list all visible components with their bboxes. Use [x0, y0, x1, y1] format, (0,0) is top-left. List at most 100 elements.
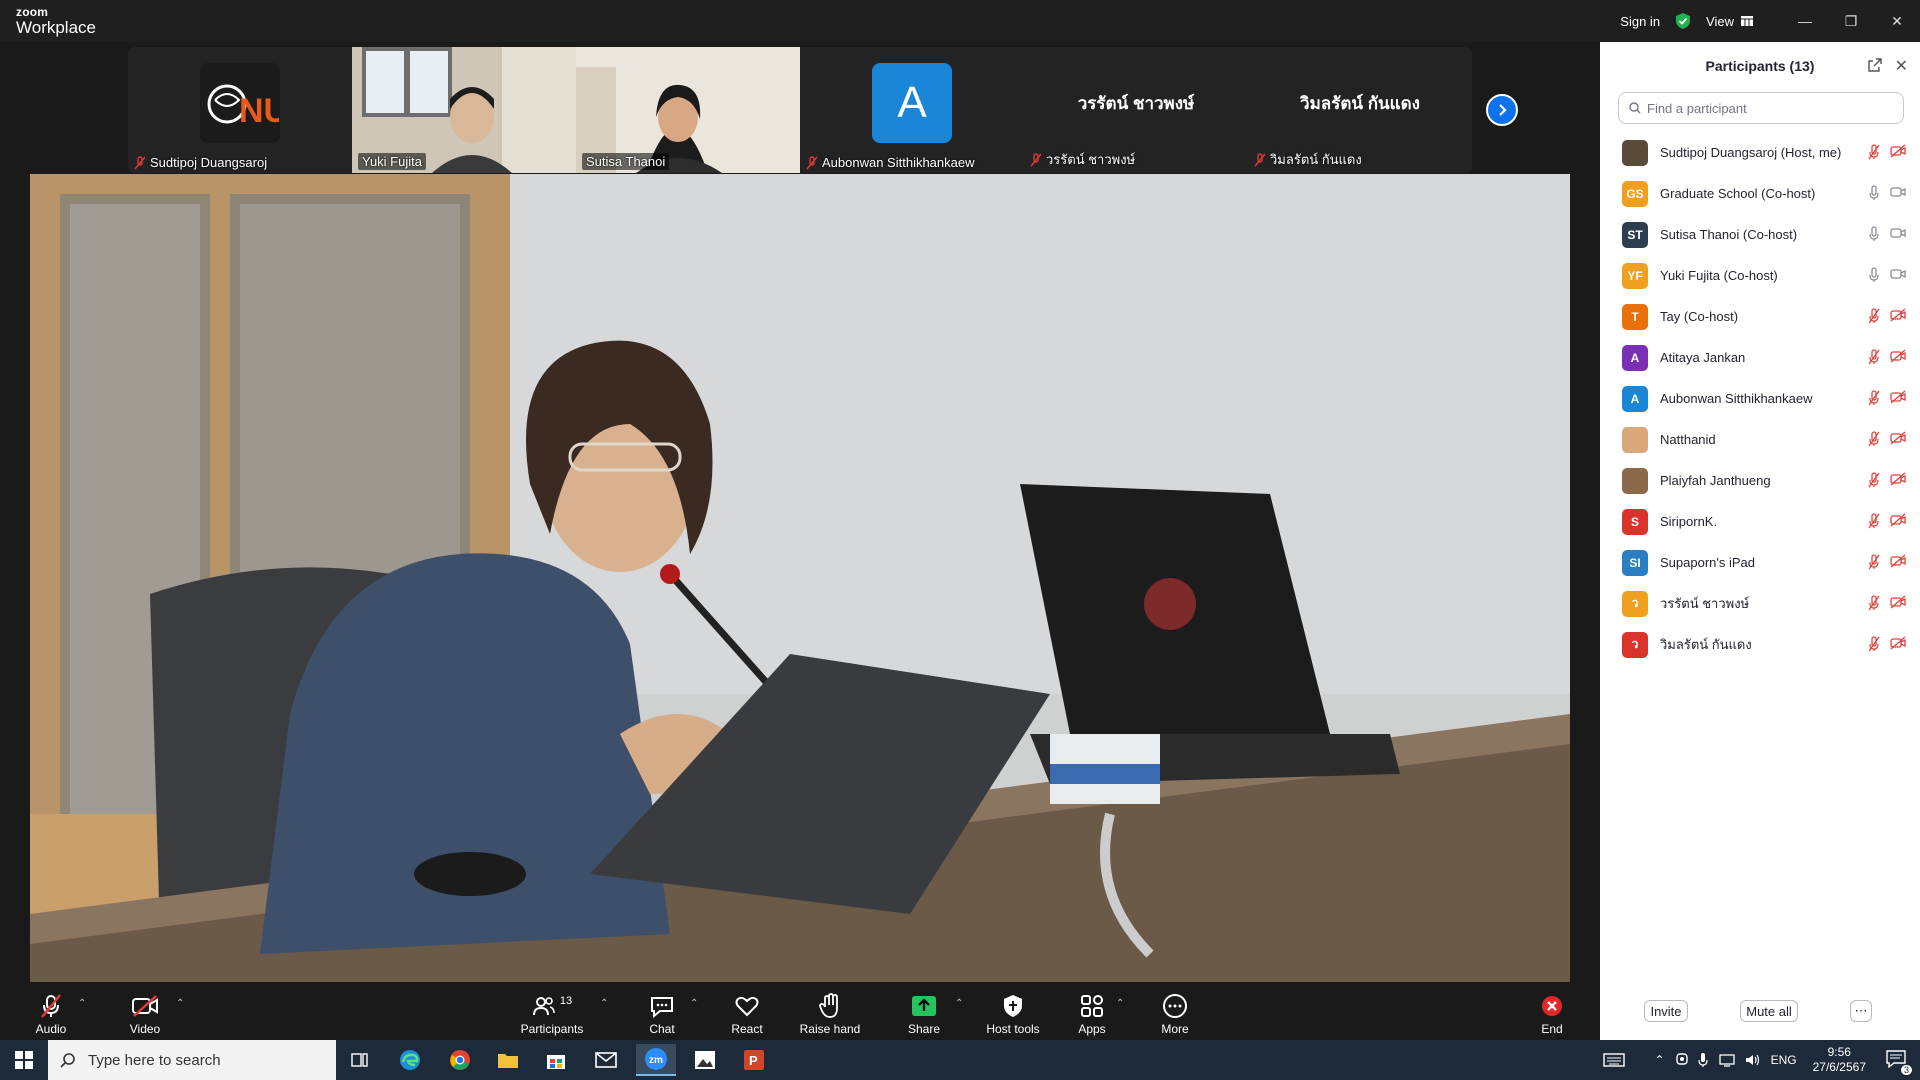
muted-mic-icon[interactable] [1868, 636, 1880, 652]
video-off-icon[interactable] [1890, 431, 1906, 445]
powerpoint-icon[interactable]: P [734, 1044, 774, 1076]
participant-search-input[interactable] [1647, 100, 1887, 116]
sign-in-button[interactable]: Sign in [1606, 14, 1674, 29]
participants-button[interactable]: 13 Participants [517, 992, 587, 1036]
participant-row[interactable]: Sudtipoj Duangsaroj (Host, me) [1600, 132, 1920, 173]
video-off-icon[interactable] [1890, 636, 1906, 650]
more-options-button[interactable]: ⋯ [1850, 1000, 1872, 1022]
muted-mic-icon[interactable] [1868, 349, 1880, 365]
invite-button[interactable]: Invite [1644, 1000, 1688, 1022]
share-options-caret[interactable]: ⌃ [955, 998, 963, 1009]
close-icon[interactable]: ✕ [1874, 0, 1920, 42]
participant-list: Sudtipoj Duangsaroj (Host, me) GS Graduate… [1600, 132, 1920, 665]
participant-row[interactable]: Natthanid [1600, 419, 1920, 460]
mic-icon[interactable] [1868, 185, 1880, 201]
muted-mic-icon[interactable] [1868, 144, 1880, 160]
restore-icon[interactable]: ❐ [1828, 0, 1874, 42]
mic-icon[interactable] [1868, 267, 1880, 283]
video-icon[interactable] [1890, 267, 1906, 281]
next-page-button[interactable] [1486, 94, 1518, 126]
clock[interactable]: 9:56 27/6/2567 [1813, 1045, 1866, 1075]
chat-button[interactable]: Chat [627, 992, 697, 1036]
participant-search-box[interactable] [1618, 92, 1904, 124]
store-icon[interactable] [536, 1044, 576, 1076]
host-tools-button[interactable]: Host tools [978, 992, 1048, 1036]
audio-options-caret[interactable]: ⌃ [78, 998, 86, 1009]
edge-browser-icon[interactable] [390, 1044, 430, 1076]
photos-app-icon[interactable] [685, 1044, 725, 1076]
video-off-icon[interactable] [1890, 595, 1906, 609]
participant-tile[interactable]: Yuki Fujita [352, 47, 576, 173]
video-off-icon[interactable] [1890, 390, 1906, 404]
video-off-icon[interactable] [1890, 308, 1906, 322]
pop-out-icon[interactable] [1868, 58, 1882, 72]
participant-status-icons [1868, 390, 1906, 406]
participant-tile[interactable]: Sutisa Thanoi [576, 47, 800, 173]
video-off-icon[interactable] [1890, 349, 1906, 363]
apps-options-caret[interactable]: ⌃ [1116, 998, 1124, 1009]
participant-row[interactable]: A Atitaya Jankan [1600, 337, 1920, 378]
task-view-icon[interactable] [340, 1044, 380, 1076]
muted-mic-icon[interactable] [1868, 595, 1880, 611]
file-explorer-icon[interactable] [488, 1044, 528, 1076]
tray-overflow-chevron-icon[interactable]: ⌃ [1655, 1053, 1665, 1067]
windows-start-button[interactable] [4, 1044, 44, 1076]
zoom-app-icon[interactable]: zm [636, 1044, 676, 1076]
close-panel-icon[interactable]: ✕ [1895, 56, 1908, 76]
muted-mic-icon[interactable] [1868, 513, 1880, 529]
notification-center-button[interactable]: 3 [1886, 1049, 1912, 1075]
video-icon[interactable] [1890, 226, 1906, 240]
video-icon[interactable] [1890, 185, 1906, 199]
view-button[interactable]: View [1706, 14, 1754, 29]
minimize-icon[interactable]: — [1782, 0, 1828, 42]
video-off-icon[interactable] [1890, 144, 1906, 158]
camera-tray-icon[interactable] [1675, 1052, 1689, 1068]
keyboard-icon[interactable] [1602, 1052, 1625, 1068]
participant-tile[interactable]: วิมลรัตน์ กันแดง วิมลรัตน์ กันแดง [1248, 47, 1472, 173]
end-button[interactable]: End [1517, 992, 1587, 1036]
raise-hand-button[interactable]: Raise hand [795, 992, 865, 1036]
muted-mic-icon[interactable] [1868, 554, 1880, 570]
participant-row[interactable]: GS Graduate School (Co-host) [1600, 173, 1920, 214]
video-options-caret[interactable]: ⌃ [176, 998, 184, 1009]
participant-row[interactable]: SI Supaporn's iPad [1600, 542, 1920, 583]
participant-row[interactable]: Plaiyfah Janthueng [1600, 460, 1920, 501]
active-speaker-video[interactable] [30, 174, 1570, 982]
video-off-icon[interactable] [1890, 472, 1906, 486]
participant-row[interactable]: T Tay (Co-host) [1600, 296, 1920, 337]
taskbar-search-box[interactable]: Type here to search [48, 1040, 336, 1080]
mail-icon[interactable] [586, 1044, 626, 1076]
participant-row[interactable]: A Aubonwan Sitthikhankaew [1600, 378, 1920, 419]
encryption-shield-icon[interactable] [1674, 12, 1692, 30]
muted-mic-icon[interactable] [1868, 431, 1880, 447]
participant-row[interactable]: S SiripornK. [1600, 501, 1920, 542]
participant-tile[interactable]: NU Sudtipoj Duangsaroj [128, 47, 352, 173]
participant-tile[interactable]: A Aubonwan Sitthikhankaew [800, 47, 1024, 173]
video-off-icon[interactable] [1890, 554, 1906, 568]
participants-panel: Participants (13) ✕ Sudtipoj Duangsaroj … [1600, 42, 1920, 1040]
video-button[interactable]: Video [110, 992, 180, 1036]
muted-mic-icon[interactable] [1868, 390, 1880, 406]
video-off-icon[interactable] [1890, 513, 1906, 527]
share-button[interactable]: Share [889, 992, 959, 1036]
network-icon[interactable] [1718, 1053, 1737, 1067]
more-button[interactable]: More [1140, 992, 1210, 1036]
participant-row[interactable]: ว วิมลรัตน์ กันแดง [1600, 624, 1920, 665]
participant-row[interactable]: ST Sutisa Thanoi (Co-host) [1600, 214, 1920, 255]
participant-tile[interactable]: วรรัตน์ ชาวพงษ์ วรรัตน์ ชาวพงษ์ [1024, 47, 1248, 173]
audio-button[interactable]: Audio [16, 992, 86, 1036]
participant-row[interactable]: ว วรรัตน์ ชาวพงษ์ [1600, 583, 1920, 624]
muted-mic-icon[interactable] [1868, 472, 1880, 488]
tile-name: Yuki Fujita [358, 153, 426, 170]
participant-row[interactable]: YF Yuki Fujita (Co-host) [1600, 255, 1920, 296]
microphone-tray-icon[interactable] [1697, 1052, 1709, 1068]
input-language-indicator[interactable]: ENG [1771, 1053, 1797, 1067]
react-button[interactable]: React [712, 992, 782, 1036]
muted-mic-icon[interactable] [1868, 308, 1880, 324]
mic-icon[interactable] [1868, 226, 1880, 242]
mute-all-button[interactable]: Mute all [1740, 1000, 1798, 1022]
chrome-browser-icon[interactable] [440, 1044, 480, 1076]
chat-options-caret[interactable]: ⌃ [690, 998, 698, 1009]
volume-icon[interactable] [1745, 1053, 1761, 1067]
participants-options-caret[interactable]: ⌃ [600, 998, 608, 1009]
